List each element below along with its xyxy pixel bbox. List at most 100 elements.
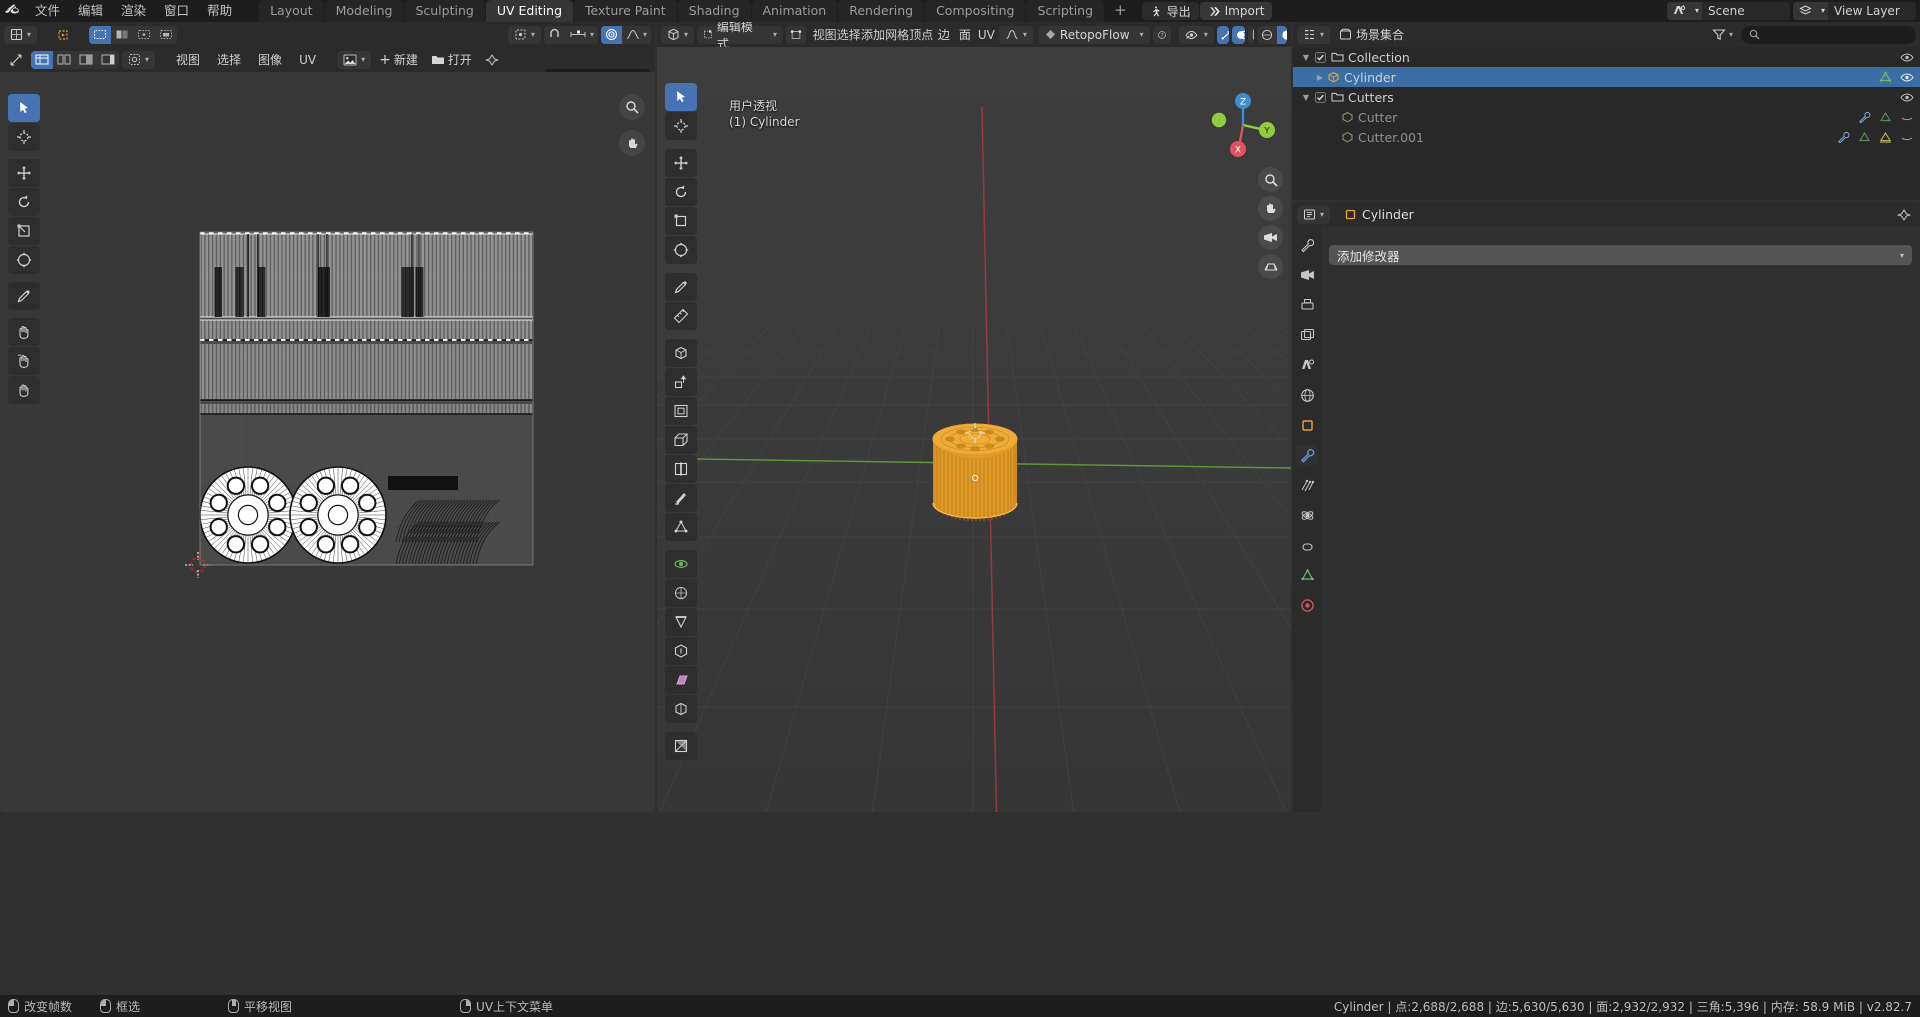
disclosure-triangle-icon[interactable]: ▼: [1299, 93, 1313, 102]
uv-select-mode-group[interactable]: [89, 26, 177, 44]
vp-tool-inset[interactable]: [665, 397, 697, 425]
workspace-tab-scripting[interactable]: Scripting: [1026, 0, 1104, 22]
viewport-menu-uv[interactable]: UV: [977, 26, 996, 44]
properties-tab-physics[interactable]: [1296, 505, 1318, 525]
filter-icon[interactable]: ▾: [1707, 26, 1738, 44]
viewport-menu-view[interactable]: 视图: [814, 26, 835, 44]
viewport-zoom-button[interactable]: [1258, 167, 1283, 192]
disclosure-triangle-icon[interactable]: ▶: [1313, 73, 1327, 82]
outliner-display-mode-selector[interactable]: 场景集合: [1333, 26, 1410, 44]
workspace-tab-uv-editing[interactable]: UV Editing: [486, 0, 573, 22]
workspace-tab-animation[interactable]: Animation: [752, 0, 838, 22]
new-image-button[interactable]: + 新建: [374, 51, 423, 69]
mesh-data-icon[interactable]: [1879, 71, 1892, 83]
hidden-eye-icon[interactable]: [1900, 112, 1914, 123]
uv-snap-group[interactable]: ▾: [544, 26, 598, 44]
uv-tool-pinch[interactable]: [8, 376, 40, 404]
vp-tool-loopcut[interactable]: [665, 455, 697, 483]
viewlayer-selector[interactable]: ▾ View Layer: [1793, 2, 1916, 20]
open-image-button[interactable]: 打开: [426, 51, 477, 69]
xray-icon[interactable]: [1248, 26, 1254, 44]
uv-menu-select[interactable]: 选择: [210, 51, 248, 69]
vp-tool-polybuild[interactable]: [665, 513, 697, 541]
blender-logo-icon[interactable]: [0, 0, 26, 22]
disclosure-triangle-icon[interactable]: ▼: [1299, 53, 1313, 62]
uv-layout-half-icon[interactable]: [75, 51, 97, 69]
uv-canvas[interactable]: [0, 72, 655, 812]
uv-view-gizmo-icon[interactable]: [4, 51, 28, 69]
eye-icon[interactable]: [1900, 92, 1914, 103]
uv-tool-annotate[interactable]: [8, 282, 40, 310]
vp-tool-mask[interactable]: [665, 732, 697, 760]
hidden-eye-icon[interactable]: [1900, 132, 1914, 143]
uv-pivot-selector[interactable]: ▾: [508, 26, 541, 44]
vertex-select-mode-icon[interactable]: [786, 26, 806, 44]
viewport-camera-button[interactable]: [1258, 225, 1283, 250]
vp-tool-shrink-fatten[interactable]: [665, 637, 697, 665]
falloff-curve-icon[interactable]: ▾: [622, 26, 651, 44]
viewport-menu-mesh[interactable]: 网格: [887, 26, 908, 44]
vp-tool-edge-slide[interactable]: [665, 608, 697, 636]
mesh-data-icon[interactable]: [1858, 131, 1871, 143]
vp-tool-measure[interactable]: [665, 302, 697, 330]
menu-window[interactable]: 窗口: [155, 0, 198, 22]
properties-tab-view-layer[interactable]: [1296, 325, 1318, 345]
mesh-data-icon[interactable]: [1879, 111, 1892, 123]
outliner-search-input[interactable]: [1741, 26, 1916, 44]
properties-tab-material[interactable]: [1296, 595, 1318, 615]
add-workspace-button[interactable]: +: [1105, 0, 1136, 22]
vp-tool-smooth[interactable]: [665, 579, 697, 607]
eye-icon[interactable]: [1900, 72, 1914, 83]
modifier-icon[interactable]: [1837, 131, 1850, 143]
viewport-editor-type-selector[interactable]: ▾: [661, 26, 694, 44]
retopoflow-help-icon[interactable]: ?: [1153, 26, 1171, 44]
eye-icon[interactable]: [1900, 52, 1914, 63]
uv-island-select-icon[interactable]: [155, 26, 177, 44]
vp-tool-shear[interactable]: [665, 666, 697, 694]
viewport-falloff-icon[interactable]: ▾: [999, 26, 1033, 44]
uv-editor-type-selector[interactable]: ▾: [4, 26, 37, 44]
gizmo-group[interactable]: ▾: [1217, 26, 1230, 44]
outliner-row-cutter-001[interactable]: Cutter.001: [1293, 127, 1920, 147]
properties-tab-tool[interactable]: [1296, 235, 1318, 255]
properties-tab-world[interactable]: [1296, 385, 1318, 405]
properties-tab-render[interactable]: [1296, 265, 1318, 285]
uv-proportional-group[interactable]: ▾: [601, 26, 651, 44]
workspace-tab-layout[interactable]: Layout: [259, 0, 324, 22]
uv-face-select-icon[interactable]: [133, 26, 155, 44]
vp-tool-add-cube[interactable]: [665, 339, 697, 367]
gizmo-icon[interactable]: [1217, 26, 1230, 44]
export-button[interactable]: 导出: [1142, 2, 1199, 20]
uv-menu-image[interactable]: 图像: [251, 51, 289, 69]
vp-tool-cursor[interactable]: [665, 112, 697, 140]
scene-name[interactable]: Scene: [1702, 2, 1790, 20]
workspace-tab-sculpting[interactable]: Sculpting: [404, 0, 484, 22]
xray-group[interactable]: [1248, 26, 1254, 44]
vp-tool-rip[interactable]: [665, 695, 697, 723]
properties-tab-object[interactable]: [1296, 415, 1318, 435]
vp-tool-rotate[interactable]: [665, 178, 697, 206]
properties-editor-type-selector[interactable]: ▾: [1297, 206, 1330, 224]
viewport-menu-add[interactable]: 添加: [862, 26, 883, 44]
overlay-group[interactable]: ▾: [1232, 26, 1245, 44]
viewport-ortho-toggle-button[interactable]: [1258, 254, 1283, 279]
workspace-tab-modeling[interactable]: Modeling: [325, 0, 404, 22]
uv-tool-rotate[interactable]: [8, 188, 40, 216]
uv-tool-relax[interactable]: [8, 347, 40, 375]
uv-menu-uv[interactable]: UV: [292, 51, 323, 69]
outliner-tree[interactable]: ▼ Collection ▶: [1293, 47, 1920, 200]
uv-zoom-button[interactable]: [619, 94, 645, 120]
outliner-row-collection[interactable]: ▼ Collection: [1293, 47, 1920, 67]
shading-wireframe-icon[interactable]: [1257, 26, 1277, 44]
properties-tab-constraints[interactable]: [1296, 535, 1318, 555]
uv-layout-split-icon[interactable]: [53, 51, 75, 69]
vp-tool-scale[interactable]: [665, 207, 697, 235]
workspace-tab-shading[interactable]: Shading: [678, 0, 751, 22]
vp-tool-move[interactable]: [665, 149, 697, 177]
outliner-row-cutters[interactable]: ▼ Cutters: [1293, 87, 1920, 107]
vp-tool-annotate[interactable]: [665, 273, 697, 301]
properties-pin-icon[interactable]: [1892, 206, 1916, 224]
scene-selector[interactable]: ▾ Scene: [1667, 2, 1790, 20]
uv-pan-button[interactable]: [619, 130, 645, 156]
vp-tool-spin[interactable]: [665, 550, 697, 578]
